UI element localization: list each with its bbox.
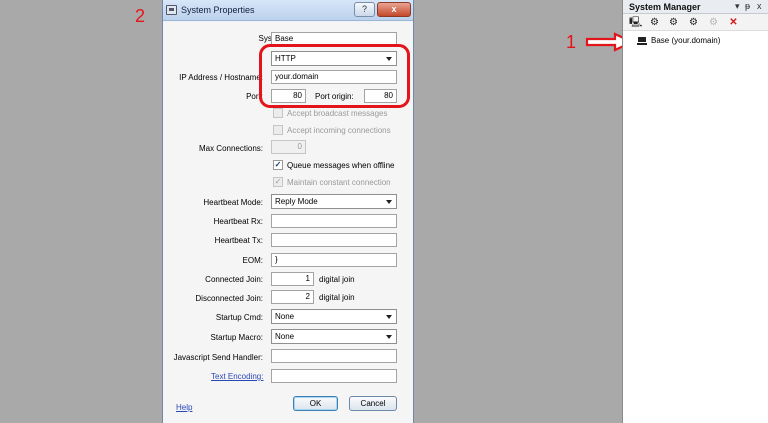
port-label: Port: (246, 92, 263, 101)
maintain-connection-checkbox[interactable]: ✓ (273, 177, 283, 187)
highlight-box (259, 44, 410, 108)
disconnected-join-label: Disconnected Join: (195, 294, 263, 303)
queue-messages-checkbox[interactable]: ✓ (273, 160, 283, 170)
chevron-down-icon (386, 335, 392, 339)
gear-edit-icon[interactable]: ⚙ (687, 16, 700, 29)
disconnected-join-input[interactable]: 2 (271, 290, 314, 304)
heartbeat-rx-input[interactable] (271, 214, 397, 228)
connected-join-input[interactable]: 1 (271, 272, 314, 286)
dropdown-icon[interactable]: ▾ (735, 1, 740, 12)
close-button[interactable]: x (377, 2, 411, 17)
js-send-handler-input[interactable] (271, 349, 397, 363)
heartbeat-tx-label: Heartbeat Tx: (214, 236, 263, 245)
startup-macro-label: Startup Macro: (210, 333, 263, 342)
annotation-label-1: 1 (566, 32, 577, 52)
computer-icon (637, 36, 647, 46)
accept-incoming-label: Accept incoming connections (287, 126, 391, 135)
window-icon (166, 5, 177, 15)
system-manager-toolbar: 🖳 ⚙ ⚙ ⚙ ⚙ ✕ (623, 14, 768, 31)
connected-join-suffix: digital join (319, 275, 355, 284)
queue-messages-label: Queue messages when offline (287, 161, 395, 170)
accept-broadcast-checkbox[interactable] (273, 108, 283, 118)
eom-label: EOM: (242, 256, 263, 265)
system-manager-title: System Manager (629, 2, 701, 12)
tree-item-base[interactable]: Base (your.domain) (637, 35, 720, 47)
gear-add-icon[interactable]: ⚙ (648, 16, 661, 29)
computer-icon[interactable]: 🖳 (629, 16, 642, 29)
system-manager-header: System Manager ▾ ᵽ x (623, 0, 768, 14)
js-send-handler-label: Javascript Send Handler: (173, 353, 263, 362)
heartbeat-rx-label: Heartbeat Rx: (213, 217, 263, 226)
help-link[interactable]: Help (176, 403, 192, 412)
heartbeat-mode-value: Reply Mode (275, 197, 318, 206)
gear-multi-icon[interactable]: ⚙ (667, 16, 680, 29)
pin-icon[interactable]: ᵽ (745, 1, 750, 11)
startup-macro-value: None (275, 332, 295, 341)
close-icon[interactable]: x (757, 1, 762, 11)
startup-macro-select[interactable]: None (271, 329, 397, 344)
ip-address-label: IP Address / Hostname: (179, 73, 263, 82)
accept-broadcast-label: Accept broadcast messages (287, 109, 388, 118)
dialog-titlebar[interactable]: System Properties ? x (163, 0, 413, 21)
maintain-connection-label: Maintain constant connection (287, 178, 391, 187)
heartbeat-tx-input[interactable] (271, 233, 397, 247)
gear-disabled-icon[interactable]: ⚙ (707, 16, 720, 29)
tree-item-label: Base (your.domain) (651, 36, 721, 45)
startup-cmd-value: None (275, 312, 295, 321)
max-connections-label: Max Connections: (198, 144, 263, 153)
dialog-title: System Properties (181, 5, 255, 15)
eom-input[interactable]: } (271, 253, 397, 267)
ok-button[interactable]: OK (293, 396, 338, 411)
cancel-button[interactable]: Cancel (349, 396, 397, 411)
text-encoding-input[interactable] (271, 369, 397, 383)
chevron-down-icon (386, 315, 392, 319)
max-connections-input[interactable]: 0 (271, 140, 306, 154)
accept-incoming-checkbox[interactable] (273, 125, 283, 135)
annotation-label-2: 2 (135, 6, 146, 26)
startup-cmd-label: Startup Cmd: (215, 313, 263, 322)
system-manager-panel: System Manager ▾ ᵽ x 🖳 ⚙ ⚙ ⚙ ⚙ ✕ Base (y… (622, 0, 768, 423)
connected-join-label: Connected Join: (205, 275, 263, 284)
heartbeat-mode-label: Heartbeat Mode: (203, 198, 263, 207)
help-button[interactable]: ? (354, 2, 375, 17)
chevron-down-icon (386, 200, 392, 204)
startup-cmd-select[interactable]: None (271, 309, 397, 324)
disconnected-join-suffix: digital join (319, 293, 355, 302)
text-encoding-link[interactable]: Text Encoding: (211, 372, 263, 381)
heartbeat-mode-select[interactable]: Reply Mode (271, 194, 397, 209)
delete-icon[interactable]: ✕ (727, 16, 740, 29)
